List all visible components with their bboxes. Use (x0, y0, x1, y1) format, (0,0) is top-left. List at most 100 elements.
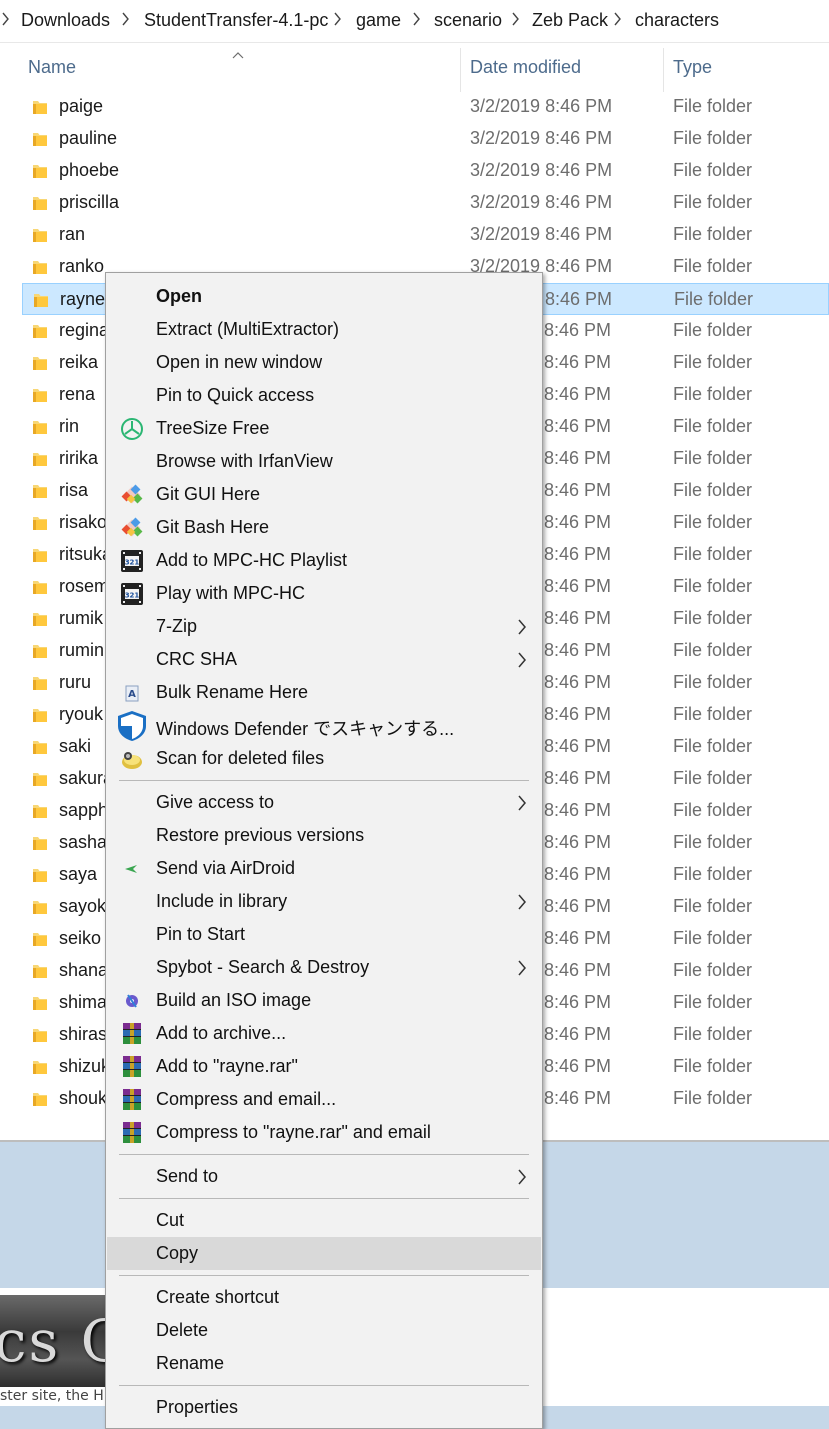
chevron-right-icon[interactable] (334, 12, 342, 26)
file-type: File folder (673, 800, 753, 820)
menu-item-label: Spybot - Search & Destroy (156, 957, 370, 977)
menu-item-add-to-mpc-hc-playlist[interactable]: 321 Add to MPC-HC Playlist (107, 544, 541, 577)
file-row[interactable]: phoebe 3/2/2019 8:46 PM File folder (22, 155, 829, 187)
menu-item-windows-defender[interactable]: Windows Defender でスキャンする... (107, 709, 541, 742)
file-date-modified: 8:46 PM (544, 608, 612, 628)
file-date-modified: 8:46 PM (544, 320, 612, 340)
menu-item-7-zip[interactable]: 7-Zip (107, 610, 541, 643)
folder-icon (32, 130, 48, 148)
menu-item-label: 7-Zip (156, 616, 198, 636)
menu-item-open[interactable]: Open (107, 280, 541, 313)
column-header-date-modified[interactable]: Date modified (470, 57, 581, 78)
file-row[interactable]: pauline 3/2/2019 8:46 PM File folder (22, 123, 829, 155)
file-type: File folder (673, 672, 753, 692)
folder-icon (32, 450, 48, 468)
menu-item-add-to-rayne-rar[interactable]: Add to "rayne.rar" (107, 1050, 541, 1083)
menu-item-crc-sha[interactable]: CRC SHA (107, 643, 541, 676)
file-row[interactable]: priscilla 3/2/2019 8:46 PM File folder (22, 187, 829, 219)
menu-item-restore-previous-versions[interactable]: Restore previous versions (107, 819, 541, 852)
menu-item-delete[interactable]: Delete (107, 1314, 541, 1347)
column-header-name[interactable]: Name (28, 57, 76, 78)
menu-item-label: Build an ISO image (156, 990, 312, 1010)
breadcrumb-studenttransfer[interactable]: StudentTransfer-4.1-pc (144, 10, 328, 31)
file-name: rumik (59, 608, 103, 628)
menu-item-pin-to-start[interactable]: Pin to Start (107, 918, 541, 951)
folder-icon (32, 1090, 48, 1108)
file-type: File folder (673, 896, 753, 916)
menu-item-rename[interactable]: Rename (107, 1347, 541, 1380)
menu-item-compress-and-email[interactable]: Compress and email... (107, 1083, 541, 1116)
chevron-right-icon[interactable] (2, 12, 10, 26)
file-row[interactable]: ran 3/2/2019 8:46 PM File folder (22, 219, 829, 251)
folder-icon (32, 546, 48, 564)
file-row[interactable]: paige 3/2/2019 8:46 PM File folder (22, 91, 829, 123)
folder-icon (32, 578, 48, 596)
menu-item-pin-to-quick-access[interactable]: Pin to Quick access (107, 379, 541, 412)
menu-item-browse-with-irfanview[interactable]: Browse with IrfanView (107, 445, 541, 478)
chevron-right-icon[interactable] (614, 12, 622, 26)
menu-item-git-gui-here[interactable]: Git GUI Here (107, 478, 541, 511)
menu-item-treesize-free[interactable]: TreeSize Free (107, 412, 541, 445)
menu-item-label: Create shortcut (156, 1287, 280, 1307)
sort-ascending-icon (232, 44, 244, 64)
column-divider[interactable] (663, 48, 664, 92)
menu-item-extract-multiextractor[interactable]: Extract (MultiExtractor) (107, 313, 541, 346)
file-date-modified: 8:46 PM (544, 544, 612, 564)
menu-item-add-to-archive[interactable]: Add to archive... (107, 1017, 541, 1050)
menu-item-cut[interactable]: Cut (107, 1204, 541, 1237)
file-date-modified: 8:46 PM (544, 672, 612, 692)
file-name: sayok (59, 896, 107, 916)
chevron-right-icon (517, 652, 527, 668)
file-name: ruru (59, 672, 92, 692)
chevron-right-icon[interactable] (413, 12, 421, 26)
file-name: paige (59, 96, 104, 116)
breadcrumb-scenario[interactable]: scenario (434, 10, 502, 31)
menu-item-give-access-to[interactable]: Give access to (107, 786, 541, 819)
file-type: File folder (673, 320, 753, 340)
menu-item-send-via-airdroid[interactable]: Send via AirDroid (107, 852, 541, 885)
menu-item-label: Extract (MultiExtractor) (156, 319, 340, 339)
file-date-modified: 3/2/2019 8:46 PM (470, 160, 613, 180)
file-date-modified: 8:46 PM (544, 416, 612, 436)
file-name: saya (59, 864, 98, 884)
menu-item-create-shortcut[interactable]: Create shortcut (107, 1281, 541, 1314)
menu-item-include-in-library[interactable]: Include in library (107, 885, 541, 918)
menu-item-build-an-iso-image[interactable]: Build an ISO image (107, 984, 541, 1017)
airdroid-icon (119, 856, 145, 882)
file-date-modified: 8:46 PM (544, 832, 612, 852)
menu-separator (119, 1275, 529, 1276)
menu-item-properties[interactable]: Properties (107, 1391, 541, 1424)
column-divider[interactable] (460, 48, 461, 92)
file-name: ririka (59, 448, 98, 468)
column-header-type[interactable]: Type (673, 57, 712, 78)
file-name: ran (59, 224, 86, 244)
breadcrumb-characters[interactable]: characters (635, 10, 719, 31)
breadcrumb-zeb-pack[interactable]: Zeb Pack (532, 10, 608, 31)
breadcrumb-game[interactable]: game (356, 10, 401, 31)
menu-item-play-with-mpc-hc[interactable]: 321 Play with MPC-HC (107, 577, 541, 610)
menu-item-spybot-search-destroy[interactable]: Spybot - Search & Destroy (107, 951, 541, 984)
chevron-right-icon[interactable] (512, 12, 520, 26)
menu-item-bulk-rename-here[interactable]: A Bulk Rename Here (107, 676, 541, 709)
folder-icon (32, 482, 48, 500)
menu-item-copy[interactable]: Copy (107, 1237, 541, 1270)
folder-icon (32, 770, 48, 788)
file-name: risa (59, 480, 89, 500)
treesize-icon (119, 416, 145, 442)
menu-item-send-to[interactable]: Send to (107, 1160, 541, 1193)
menu-item-label: Windows Defender でスキャンする... (156, 719, 455, 739)
breadcrumb-downloads[interactable]: Downloads (21, 10, 110, 31)
menu-item-scan-for-deleted-files[interactable]: Scan for deleted files (107, 742, 541, 775)
address-bar[interactable]: Downloads StudentTransfer-4.1-pc game sc… (0, 0, 829, 43)
file-type: File folder (673, 160, 753, 180)
menu-item-open-in-new-window[interactable]: Open in new window (107, 346, 541, 379)
menu-item-compress-to-rayne-rar-and-email[interactable]: Compress to "rayne.rar" and email (107, 1116, 541, 1149)
file-name: shizuk (59, 1056, 111, 1076)
file-date-modified: 3/2/2019 8:46 PM (470, 128, 613, 148)
file-date-modified: 3/2/2019 8:46 PM (470, 224, 613, 244)
menu-item-git-bash-here[interactable]: Git Bash Here (107, 511, 541, 544)
chevron-right-icon[interactable] (122, 12, 130, 26)
defender-shield-icon (115, 709, 146, 741)
file-type: File folder (673, 256, 753, 276)
menu-item-label: Open (156, 286, 203, 306)
